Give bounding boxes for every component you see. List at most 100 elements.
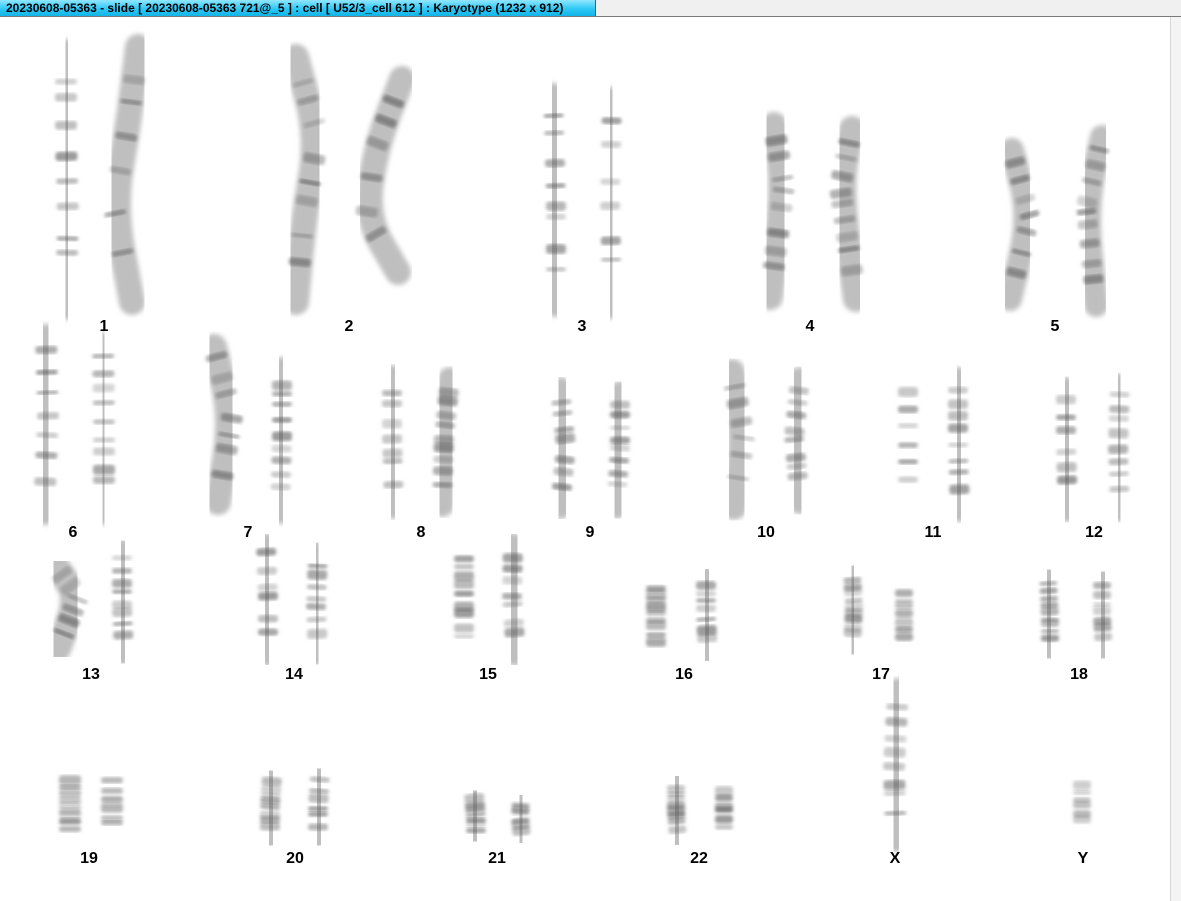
chromosome-2b[interactable] (355, 66, 415, 285)
chromosome-band (454, 563, 474, 570)
chromosome-12a[interactable] (1054, 377, 1080, 522)
chromosome-18a[interactable] (1037, 566, 1061, 662)
chromosome-band (93, 437, 115, 443)
chromosome-band (272, 380, 292, 391)
chromosome-band (696, 604, 716, 612)
chromosome-22a[interactable] (664, 771, 689, 850)
chromosome-14a[interactable] (254, 533, 280, 666)
chromosome-16b[interactable] (694, 565, 720, 665)
chromosome-22b[interactable] (712, 773, 735, 850)
chromosome-18b[interactable] (1091, 568, 1115, 662)
chromosome-band (546, 267, 566, 272)
chromosome-5a[interactable] (998, 138, 1040, 311)
chromosome-16a[interactable] (644, 569, 668, 665)
karyogram[interactable]: 1 2 3 4 5 6 7 8 9 10 11 12 13 14 15 16 1… (0, 17, 1170, 901)
chromosome-band (898, 459, 918, 465)
active-document-tab[interactable]: 20230608-05363 - slide [ 20230608-05363 … (0, 0, 596, 16)
chromosome-band (35, 345, 58, 354)
chromosome-1b[interactable] (104, 34, 151, 315)
chromosome-band (504, 627, 525, 638)
chromosome-band (544, 158, 566, 168)
chromosome-band (55, 78, 77, 85)
label-chr-17: 17 (872, 666, 890, 683)
chromosome-10b[interactable] (783, 367, 812, 514)
chromosome-21a[interactable] (462, 783, 489, 849)
chromosome-21b[interactable] (509, 788, 533, 850)
chromosome-19a[interactable] (57, 762, 83, 852)
chromosome-19b[interactable] (99, 762, 125, 852)
chromosome-band (610, 410, 630, 419)
chromosome-15b[interactable] (500, 533, 528, 666)
chromosome-15a[interactable] (451, 535, 476, 666)
chromosome-6a[interactable] (31, 324, 61, 525)
chromosome-band (1093, 581, 1111, 589)
chromosome-8a[interactable] (380, 365, 406, 519)
chromosome-20b[interactable] (306, 763, 332, 851)
chromosome-1a[interactable] (53, 39, 81, 320)
chromosome-9a[interactable] (548, 377, 577, 519)
label-chr-16: 16 (675, 666, 693, 683)
chromosome-band (112, 607, 133, 618)
chromosome-14b[interactable] (304, 541, 330, 666)
chromosome-9b[interactable] (604, 381, 632, 519)
chromosome-band (59, 810, 81, 819)
chromosome-band (646, 610, 666, 616)
chromosome-band (93, 447, 115, 456)
chromosome-band (256, 566, 278, 576)
chromosome-3b[interactable] (598, 87, 624, 319)
chromosome-band (948, 399, 968, 409)
chromosome-Y[interactable] (1070, 768, 1093, 843)
chromosome-band (1040, 595, 1059, 603)
chromosome-10a[interactable] (719, 359, 755, 520)
karyotype-canvas[interactable]: 1 2 3 4 5 6 7 8 9 10 11 12 13 14 15 16 1… (0, 17, 1170, 901)
chromosome-band (884, 734, 907, 743)
chromosome-body (90, 332, 117, 525)
chromosome-4b[interactable] (829, 116, 869, 312)
chromosome-band (382, 434, 403, 444)
chromosome-band (1108, 428, 1129, 439)
chromosome-5b[interactable] (1076, 125, 1114, 317)
label-chr-19: 19 (80, 850, 98, 867)
chromosome-band (543, 113, 564, 118)
chromosome-band (1108, 444, 1129, 455)
chromosome-13b[interactable] (110, 539, 136, 665)
karyotype-window: 20230608-05363 - slide [ 20230608-05363 … (0, 0, 1181, 901)
chromosome-17a[interactable] (841, 562, 865, 658)
chromosome-band (610, 436, 630, 444)
chromosome-band (55, 120, 77, 130)
label-chr-15: 15 (479, 666, 497, 683)
chromosome-band (258, 615, 278, 623)
chromosome-band (454, 571, 474, 582)
chromosome-band (600, 236, 621, 246)
chromosome-13a[interactable] (45, 556, 89, 662)
chromosome-12b[interactable] (1106, 373, 1132, 522)
chromosome-4a[interactable] (757, 112, 795, 310)
chromosome-band (433, 435, 454, 444)
chromosome-band (843, 628, 862, 638)
chromosome-11b[interactable] (945, 367, 972, 522)
chromosome-3a[interactable] (541, 83, 568, 317)
chromosome-X[interactable] (881, 678, 911, 852)
label-chr-14: 14 (285, 666, 303, 683)
chromosome-band (1041, 629, 1059, 634)
vertical-scrollbar[interactable] (1170, 17, 1181, 901)
chromosome-7b[interactable] (268, 357, 294, 524)
chromosome-7a[interactable] (201, 334, 243, 515)
chromosome-band (1073, 815, 1091, 824)
chromosome-6b[interactable] (90, 332, 117, 525)
chromosome-band (36, 412, 59, 420)
chromosome-band (101, 802, 123, 813)
chromosome-20a[interactable] (258, 765, 284, 851)
chromosome-17b[interactable] (893, 576, 915, 660)
chromosome-band (92, 370, 115, 378)
chromosome-band (667, 795, 685, 800)
chromosome-2a[interactable] (283, 44, 327, 315)
label-chr-18: 18 (1070, 666, 1088, 683)
chromosome-8b[interactable] (430, 367, 462, 517)
chromosome-band (1093, 622, 1112, 632)
label-chr-y: Y (1078, 850, 1089, 867)
chromosome-band (454, 608, 474, 618)
chromosome-band (1108, 415, 1129, 422)
chromosome-11a[interactable] (895, 367, 921, 522)
label-chr-3: 3 (578, 318, 587, 335)
